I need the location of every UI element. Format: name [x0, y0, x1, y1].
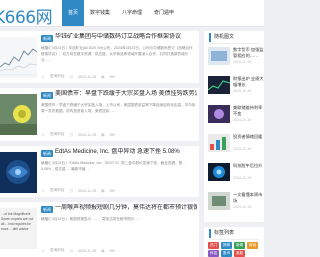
sidebar-post-title[interactable]: 美联储维持利率不变 [233, 105, 264, 117]
eye-icon: ◉ [101, 74, 105, 79]
article-meta: ☺ 股海财经 ◷ 2024-11-19 ◉ 96+ [41, 188, 116, 193]
sidebar-post-date: 2024-11-19 [233, 60, 252, 64]
nav-item-digital[interactable]: 数字钱集 [84, 0, 116, 26]
article-author[interactable]: 股海财经 [50, 248, 64, 253]
user-icon: ☺ [41, 248, 46, 253]
site-logo[interactable]: K666网 [0, 3, 53, 28]
article-title[interactable]: 美国债市：早盘下跌缓于大宗买盘入场 美债挂钩跌势追高 [55, 90, 197, 99]
article-date: 2024-11-19 [77, 74, 97, 79]
sidebar-post-date: 2024-11-19 [233, 89, 252, 93]
article-views: 96+ [109, 132, 116, 137]
sidebar-post-title[interactable]: 投资者情绪回暖 [233, 134, 264, 140]
sidebar-post-title[interactable]: 科技股午后拉升 [233, 163, 264, 169]
article-card[interactable]: 新闻 美国债市：早盘下跌缓于大宗买盘入场 美债挂钩跌势追高 美国债市：早盘下跌缓… [0, 88, 199, 141]
top-navbar: K666网 首页 数字钱集 八字命理 奇门遁甲 [0, 0, 264, 28]
category-badge[interactable]: 新闻 [41, 92, 53, 99]
user-icon: ☺ [41, 132, 46, 137]
article-card[interactable]: …of the Magnificent Seven experts are no… [0, 202, 199, 257]
eye-icon: ◉ [101, 132, 105, 137]
eye-icon: ◉ [101, 248, 105, 253]
article-card[interactable]: 新闻 华钰矿业集团与中储数码订立战略合作框架协议 格隆汇4月24日丨华钰矿业(6… [0, 31, 199, 83]
nav-item-home[interactable]: 首页 [62, 0, 85, 26]
article-date: 2024-11-19 [77, 132, 97, 137]
article-author[interactable]: 股海财经 [50, 188, 64, 193]
article-meta: ☺ 股海财经 ◷ 2024-11-19 ◉ 96+ [41, 74, 116, 79]
sidebar-post-title[interactable]: 财报出炉 业绩大幅增长 [233, 76, 264, 88]
widget-title: 随机图文 [209, 33, 234, 42]
article-thumbnail[interactable] [0, 152, 37, 193]
article-meta: ☺ 股海财经 ◷ 2024-11-19 ◉ 96+ [41, 248, 116, 253]
article-date: 2024-11-19 [77, 248, 97, 253]
category-badge[interactable]: 新闻 [41, 150, 53, 157]
user-icon: ☺ [41, 188, 46, 193]
article-title[interactable]: 一周喉声视频报短剧几分钟，莫伟达将在都市预计银保子处理 [55, 204, 197, 213]
article-excerpt: 格隆汇4月24日丨 美国财报显示……，莫伟达将在都市预计…… [41, 217, 142, 221]
sidebar-post-date: 2024-11-19 [233, 118, 252, 122]
article-views: 96+ [109, 188, 116, 193]
article-meta: ☺ 股海财经 ◷ 2024-11-19 ◉ 96+ [41, 132, 116, 137]
sidebar-post-thumbnail[interactable] [208, 134, 230, 152]
clock-icon: ◷ [69, 248, 73, 253]
article-thumbnail[interactable] [0, 37, 37, 78]
article-title[interactable]: 华钰矿业集团与中储数码订立战略合作框架协议 [55, 33, 197, 42]
sidebar-post-date: 2024-11-19 [233, 176, 252, 180]
article-thumbnail[interactable] [0, 94, 37, 135]
sidebar-post[interactable]: 科技股午后拉升 2024-11-19 [208, 163, 264, 190]
sidebar-post-title[interactable]: 一文看懂本周市场 [233, 192, 264, 204]
article-excerpt: 格隆汇4月24日丨华钰矿业(601020.SH)公布，2024年3月23日，公司… [41, 46, 193, 62]
article-excerpt: 美国债市：早盘下跌缓于大宗买盘入场，上市公司，美国国债收益率下降延续结构化走高，… [41, 103, 196, 113]
sidebar-post-thumbnail[interactable] [208, 105, 230, 123]
clock-icon: ◷ [69, 188, 73, 193]
article-thumbnail[interactable]: …of the Magnificent Seven experts are no… [0, 208, 37, 249]
sidebar-post-thumbnail[interactable] [208, 47, 230, 65]
eye-icon: ◉ [101, 188, 105, 193]
sidebar-post[interactable]: 投资者情绪回暖 2024-11-19 [208, 134, 264, 161]
tag-link[interactable]: 美股 [234, 250, 246, 257]
article-date: 2024-11-19 [77, 188, 97, 193]
sidebar-post-date: 2024-11-19 [233, 205, 252, 209]
sidebar-post[interactable]: 美联储维持利率不变 2024-11-19 [208, 105, 264, 132]
article-author[interactable]: 股海财经 [50, 74, 64, 79]
article-list: 新闻 华钰矿业集团与中储数码订立战略合作框架协议 格隆汇4月24日丨华钰矿业(6… [0, 31, 199, 257]
sidebar-post[interactable]: 财报出炉 业绩大幅增长 2024-11-19 [208, 76, 264, 103]
random-posts-widget: 随机图文 数字货币 加强监管相应的…… 2024-11-19 财报出炉 业绩大幅… [204, 31, 264, 222]
divider [209, 239, 259, 240]
sidebar-post[interactable]: 一文看懂本周市场 2024-11-19 [208, 192, 264, 219]
clock-icon: ◷ [69, 132, 73, 137]
divider [209, 43, 259, 44]
tag-link[interactable]: 股市 [221, 250, 233, 257]
widget-title: 标签列表 [209, 229, 234, 238]
nav-item-bazi[interactable]: 八字命理 [116, 0, 148, 26]
clock-icon: ◷ [69, 74, 73, 79]
sidebar-post-thumbnail[interactable] [208, 192, 230, 210]
tags-widget: 标签列表 热门 推荐 新闻 财经 科技 股市 美股 [204, 227, 264, 257]
article-author[interactable]: 股海财经 [50, 132, 64, 137]
article-card[interactable]: 新闻 EdtAs Medicine, Inc. 盘中异动 急速下挫 5.08% … [0, 146, 199, 197]
tag-link[interactable]: 财经 [247, 242, 259, 249]
sidebar: 随机图文 数字货币 加强监管相应的…… 2024-11-19 财报出炉 业绩大幅… [204, 31, 264, 257]
sidebar-post[interactable]: 数字货币 加强监管相应的…… 2024-11-19 [208, 47, 264, 74]
category-badge[interactable]: 新闻 [41, 206, 53, 213]
tag-link[interactable]: 推荐 [221, 242, 233, 249]
sidebar-post-thumbnail[interactable] [208, 76, 230, 94]
user-icon: ☺ [41, 74, 46, 79]
thumbnail-caption: …of the Magnificent Seven experts are no… [1, 212, 34, 231]
article-excerpt: 格隆汇4月24日丨 EdtAs Medicine, Inc.（EDIT.O）周二… [41, 161, 187, 171]
article-title[interactable]: EdtAs Medicine, Inc. 盘中异动 急速下挫 5.08% [55, 148, 197, 157]
main-nav: 首页 数字钱集 八字命理 奇门遁甲 [62, 0, 180, 26]
article-views: 96+ [109, 74, 116, 79]
tag-link[interactable]: 科技 [208, 250, 220, 257]
sidebar-post-title[interactable]: 数字货币 加强监管相应的…… [233, 47, 264, 59]
nav-item-qimen[interactable]: 奇门遁甲 [148, 0, 180, 26]
sidebar-post-date: 2024-11-19 [233, 147, 252, 151]
article-views: 96+ [109, 248, 116, 253]
tag-link[interactable]: 热门 [208, 242, 220, 249]
sidebar-post-thumbnail[interactable] [208, 163, 230, 181]
tag-link[interactable]: 新闻 [234, 242, 246, 249]
category-badge[interactable]: 新闻 [41, 35, 53, 42]
